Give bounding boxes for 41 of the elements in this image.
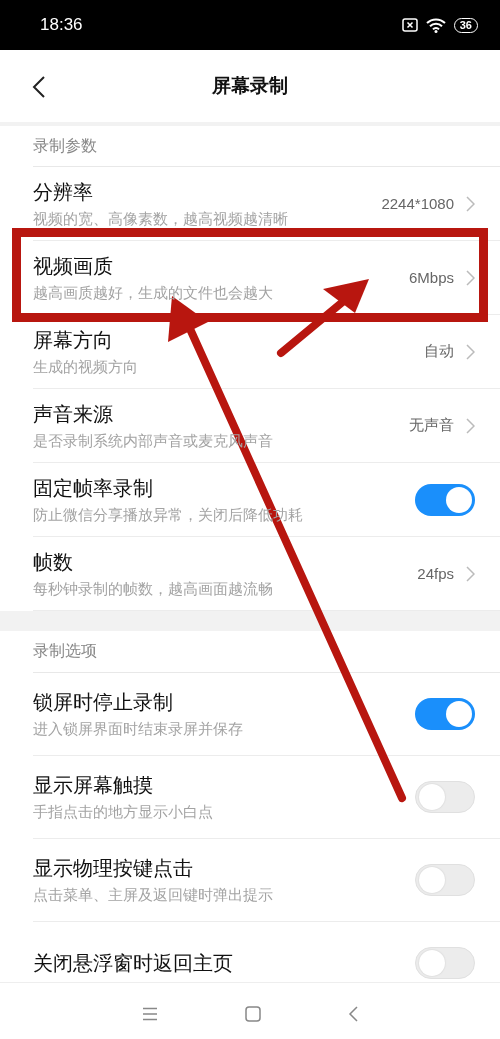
wifi-icon [425, 17, 446, 33]
setting-title: 锁屏时停止录制 [33, 690, 174, 716]
chevron-icon [466, 195, 475, 212]
setting-title: 关闭悬浮窗时返回主页 [33, 950, 234, 977]
back-icon[interactable] [32, 76, 46, 98]
setting-description: 视频的宽、高像素数，越高视频越清晰 [33, 209, 289, 229]
setting-description: 每秒钟录制的帧数，越高画面越流畅 [33, 579, 274, 599]
setting-description: 进入锁屏界面时结束录屏并保存 [33, 720, 244, 739]
setting-title: 视频画质 [33, 253, 114, 280]
chevron-icon [466, 269, 475, 286]
home-icon[interactable] [245, 1005, 261, 1022]
chevron-icon [466, 565, 475, 582]
toggle-switch[interactable] [415, 483, 475, 516]
menu-icon[interactable] [142, 1006, 158, 1021]
setting-title: 显示屏幕触摸 [33, 773, 154, 799]
status-time: 18:36 [40, 15, 84, 35]
setting-value: 自动 [424, 342, 454, 361]
setting-description: 手指点击的地方显示小白点 [33, 803, 214, 822]
setting-title: 屏幕方向 [33, 327, 114, 354]
toggle-switch[interactable] [415, 947, 475, 979]
page-title: 屏幕录制 [212, 73, 288, 98]
setting-value: 2244*1080 [381, 195, 454, 212]
toggle-switch[interactable] [415, 698, 475, 730]
setting-value: 24fps [417, 565, 454, 582]
chevron-icon [466, 417, 475, 434]
setting-title: 分辨率 [33, 179, 94, 206]
setting-description: 越高画质越好，生成的文件也会越大 [33, 283, 274, 303]
setting-description: 生成的视频方向 [33, 357, 139, 377]
toggle-switch[interactable] [415, 781, 475, 813]
section-header: 录制参数 [33, 135, 97, 157]
setting-value: 6Mbps [408, 269, 454, 286]
toggle-switch[interactable] [415, 864, 475, 896]
chevron-icon [466, 343, 475, 360]
setting-title: 显示物理按键点击 [33, 856, 194, 882]
no-sim-icon [401, 18, 418, 32]
setting-title: 声音来源 [33, 401, 114, 428]
setting-title: 固定帧率录制 [33, 475, 154, 502]
setting-title: 帧数 [33, 549, 74, 576]
setting-description: 点击菜单、主屏及返回键时弹出提示 [33, 886, 274, 905]
section-header: 录制选项 [33, 641, 97, 662]
setting-value: 无声音 [409, 416, 454, 435]
